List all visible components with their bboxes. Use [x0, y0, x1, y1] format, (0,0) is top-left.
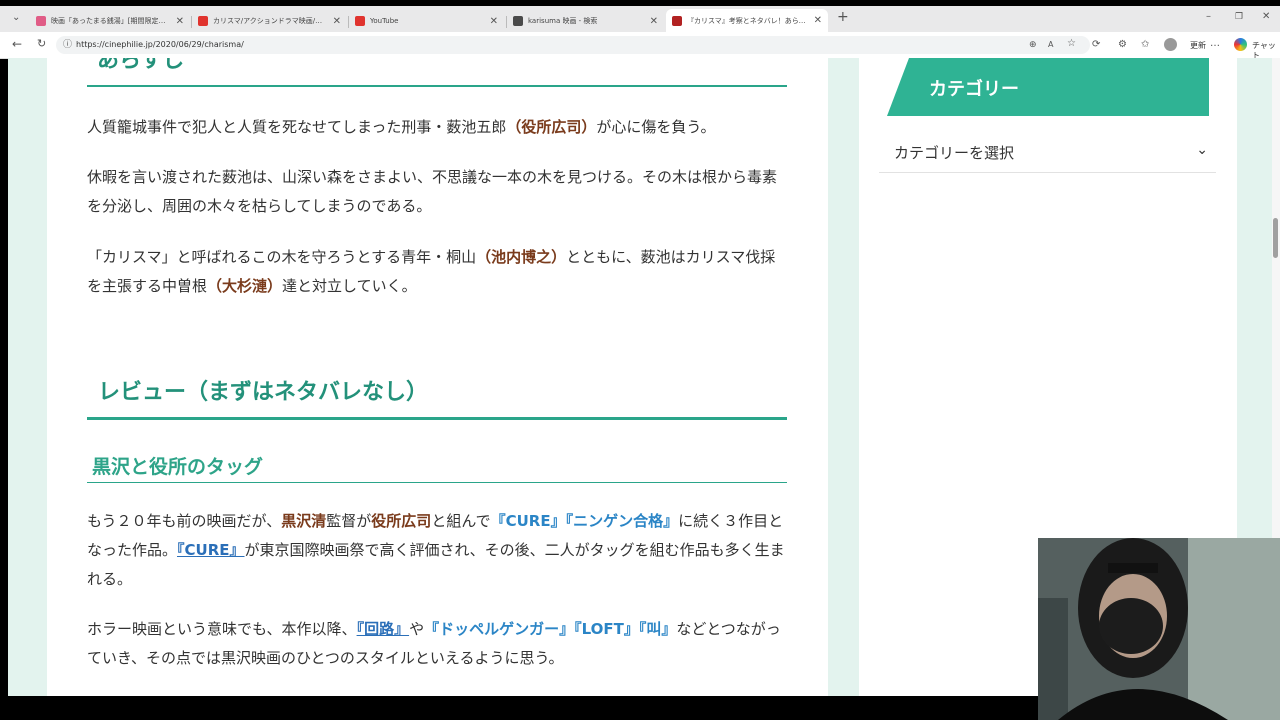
copilot-icon[interactable]	[1234, 38, 1247, 51]
review-paragraph-1: もう２０年も前の映画だが、黒沢清監督が役所広司と組んで『CURE』『ニンゲン合格…	[87, 507, 787, 594]
text-segment: や	[409, 620, 425, 638]
read-aloud-icon[interactable]: A	[1048, 40, 1053, 50]
tab-close-icon[interactable]: ✕	[650, 16, 658, 27]
synopsis-paragraph-3: 「カリスマ」と呼ばれるこの木を守ろうとする青年・桐山（池内博之）とともに、薮池は…	[87, 243, 787, 301]
tab-title: YouTube	[370, 17, 399, 25]
tab-4[interactable]: karisuma 映画 - 検索 ✕	[507, 10, 664, 32]
film-title-link[interactable]: 『CURE』『ニンゲン合格』	[491, 512, 679, 530]
category-title: カテゴリー	[929, 79, 1019, 100]
synopsis-heading-rule	[87, 85, 787, 87]
text-segment: ホラー映画という意味でも、本作以降、	[87, 620, 357, 638]
film-title-link[interactable]: 『CURE』	[177, 541, 245, 559]
tab-2[interactable]: カリスマ/アクションドラマ映画/映画評論 ✕	[192, 10, 347, 32]
webcam-person-image	[1038, 538, 1280, 720]
category-select-label: カテゴリーを選択	[894, 144, 1015, 162]
synopsis-paragraph-1: 人質籠城事件で犯人と人質を死なせてしまった刑事・薮池五郎（役所広司）が心に傷を負…	[87, 113, 787, 142]
film-title-link[interactable]: 『ドッペルゲンガー』『LOFT』『叫』	[424, 620, 676, 638]
subheading-rule	[87, 482, 787, 483]
zoom-icon[interactable]: ⊕	[1029, 40, 1037, 50]
site-info-icon[interactable]: ⓘ	[63, 40, 72, 50]
url-field[interactable]: ⓘ https://cinephilie.jp/2020/06/29/chari…	[56, 36, 1090, 54]
profile-avatar-icon[interactable]	[1164, 38, 1177, 51]
update-button[interactable]: 更新	[1190, 41, 1206, 51]
tab-1[interactable]: 映画「あったまる銭湯」[期間限定公開 ✕	[30, 10, 190, 32]
text-segment: が心に傷を負う。	[596, 118, 716, 136]
article-column: あらすじ 人質籠城事件で犯人と人質を死なせてしまった刑事・薮池五郎（役所広司）が…	[47, 58, 828, 696]
tab-separator	[348, 16, 349, 28]
more-menu-icon[interactable]: …	[1210, 39, 1220, 49]
text-segment: もう２０年も前の映画だが、	[87, 512, 282, 530]
tab-separator	[191, 16, 192, 28]
extensions-icon[interactable]: ⟳	[1092, 40, 1100, 50]
category-select[interactable]: カテゴリーを選択 ⌄	[879, 136, 1216, 173]
tab-favicon-icon	[36, 16, 46, 26]
tab-title: 映画「あったまる銭湯」[期間限定公開	[51, 17, 172, 25]
cast-name: 黒沢清	[281, 512, 327, 530]
cast-name: （池内博之）	[476, 248, 567, 266]
tab-3[interactable]: YouTube ✕	[349, 10, 504, 32]
favorite-star-icon[interactable]: ☆	[1067, 39, 1076, 49]
cast-name: （大杉漣）	[207, 277, 283, 295]
tab-close-icon[interactable]: ✕	[176, 16, 184, 27]
maximize-icon[interactable]: ❐	[1235, 12, 1243, 22]
text-segment: 休暇を言い渡された薮池は、山深い森をさまよい、不思議な一本の木を見つける。その木…	[87, 168, 778, 215]
review-heading: レビュー（まずはネタバレなし）	[98, 380, 429, 405]
scrollbar-thumb[interactable]	[1273, 218, 1278, 258]
text-segment: 「カリスマ」と呼ばれるこの木を守ろうとする青年・桐山	[87, 248, 477, 266]
review-heading-rule	[87, 417, 787, 420]
back-icon[interactable]: ←	[12, 38, 22, 50]
tab-bar: ⌄ 映画「あったまる銭湯」[期間限定公開✕カリスマ/アクションドラマ映画/映画評…	[0, 6, 1280, 32]
tab-close-icon[interactable]: ✕	[333, 16, 341, 27]
text-segment: 人質籠城事件で犯人と人質を死なせてしまった刑事・薮池五郎	[87, 118, 507, 136]
webcam-overlay	[1038, 538, 1280, 720]
text-segment: と組んで	[431, 512, 491, 530]
subheading: 黒沢と役所のタッグ	[92, 456, 264, 478]
tab-list-chevron-icon[interactable]: ⌄	[12, 13, 20, 23]
reload-icon[interactable]: ↻	[37, 38, 46, 49]
tab-close-icon[interactable]: ✕	[814, 15, 822, 26]
minimize-icon[interactable]: –	[1206, 12, 1211, 22]
tab-favicon-icon	[198, 16, 208, 26]
address-bar: ← ↻ ⓘ https://cinephilie.jp/2020/06/29/c…	[0, 32, 1280, 60]
tab-favicon-icon	[513, 16, 523, 26]
tab-separator	[506, 16, 507, 28]
cast-name: （役所広司）	[506, 118, 597, 136]
tab-title: karisuma 映画 - 検索	[528, 17, 598, 25]
synopsis-paragraph-2: 休暇を言い渡された薮池は、山深い森をさまよい、不思議な一本の木を見つける。その木…	[87, 163, 787, 221]
review-paragraph-2: ホラー映画という意味でも、本作以降、『回路』や『ドッペルゲンガー』『LOFT』『…	[87, 615, 787, 673]
tab-favicon-icon	[672, 15, 682, 26]
tab-title: 『カリスマ』考察とネタバレ！あらすじ・	[687, 16, 810, 25]
new-tab-plus-icon[interactable]: +	[837, 10, 849, 24]
film-title-link[interactable]: 『回路』	[357, 620, 410, 638]
category-widget-header: カテゴリー	[887, 58, 1209, 116]
tab-favicon-icon	[355, 16, 365, 26]
text-segment: 達と対立していく。	[282, 277, 417, 295]
settings-icon[interactable]: ⚙	[1118, 40, 1127, 50]
tab-close-icon[interactable]: ✕	[490, 16, 498, 27]
favorites-icon[interactable]: ✩	[1141, 40, 1149, 50]
chevron-down-icon: ⌄	[1196, 142, 1208, 158]
close-window-icon[interactable]: ✕	[1262, 12, 1270, 22]
tab-title: カリスマ/アクションドラマ映画/映画評論	[213, 17, 329, 25]
synopsis-heading: あらすじ	[97, 58, 185, 73]
url-text: https://cinephilie.jp/2020/06/29/charism…	[76, 40, 244, 49]
text-segment: 監督が	[326, 512, 372, 530]
tab-5[interactable]: 『カリスマ』考察とネタバレ！あらすじ・ ✕	[666, 9, 828, 32]
cast-name: 役所広司	[371, 512, 432, 530]
